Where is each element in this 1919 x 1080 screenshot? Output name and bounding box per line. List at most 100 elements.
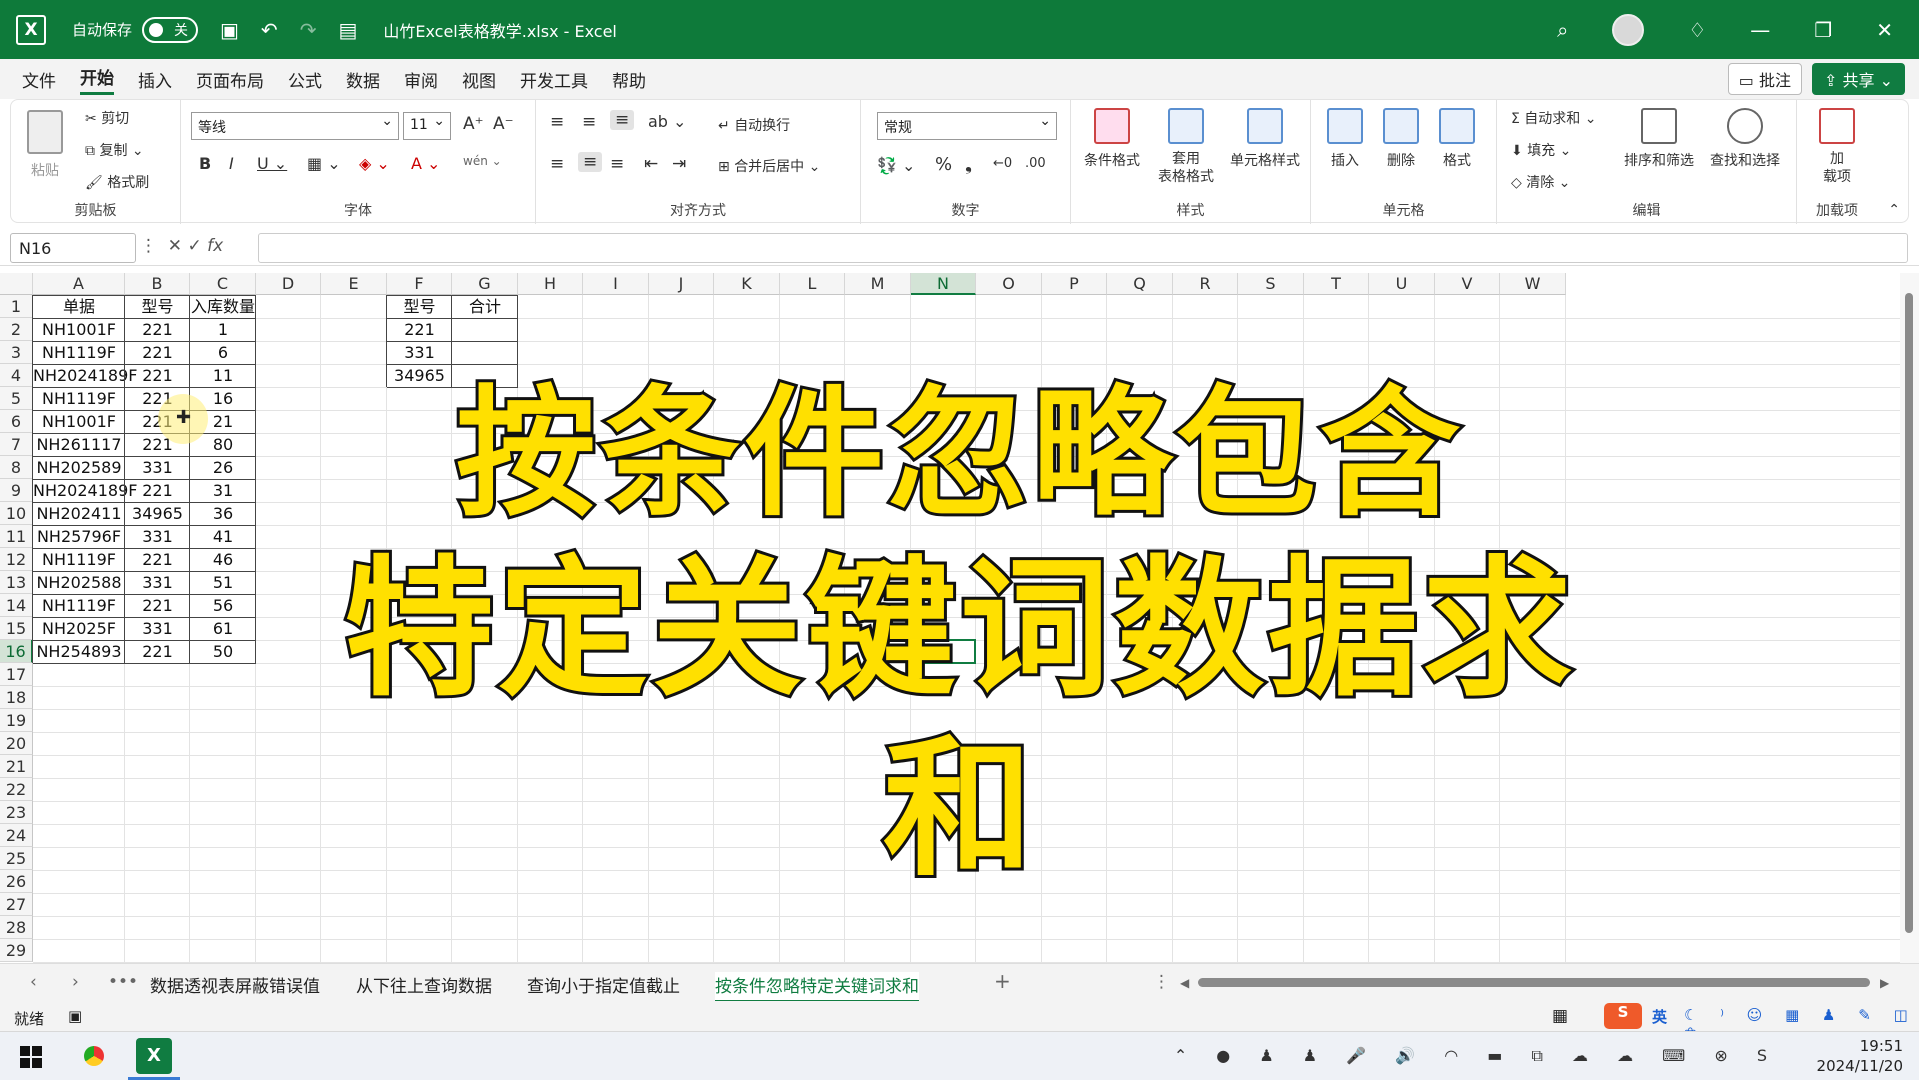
column-header[interactable]: Q [1107,273,1173,295]
table1-cell[interactable]: NH2024189F [33,364,137,387]
table1-header-cell[interactable]: 入库数量 [190,295,256,318]
sort-filter-button[interactable]: 排序和筛选 [1619,108,1699,170]
column-header[interactable]: F [387,273,452,295]
table1-cell[interactable]: NH254893 [33,640,125,663]
normal-view-icon[interactable]: ▦ [1552,1006,1568,1026]
table2-cell[interactable] [452,341,518,364]
sheet-tab[interactable]: 从下往上查询数据 [356,972,492,997]
row-header[interactable]: 19 [0,709,33,732]
italic-icon[interactable]: I [229,154,234,173]
align-right-icon[interactable]: ≡ [610,154,624,174]
cut-button[interactable]: ✂ 剪切 [85,108,129,128]
table1-cell[interactable]: NH202411 [33,502,125,525]
row-header[interactable]: 27 [0,893,33,916]
table1-cell[interactable]: 6 [190,341,256,364]
table1-header-cell[interactable]: 型号 [125,295,190,318]
table1-cell[interactable]: 331 [125,571,190,594]
more-sheets-icon[interactable]: ••• [108,972,138,992]
accessibility-icon[interactable]: ▣ [68,1007,82,1025]
table1-cell[interactable]: 34965 [125,502,190,525]
table1-cell[interactable]: 221 [125,594,190,617]
table1-cell[interactable]: 11 [190,364,256,387]
vertical-scrollbar[interactable] [1900,273,1919,963]
table1-cell[interactable]: NH202588 [33,571,125,594]
phonetic-icon[interactable]: wén ⌄ [463,154,502,168]
align-left-icon[interactable]: ≡ [550,154,564,174]
table2-cell[interactable] [452,318,518,341]
font-color-icon[interactable]: A ⌄ [411,154,440,173]
sheet-tab[interactable]: 数据透视表屏蔽错误值 [150,972,320,997]
column-header[interactable]: M [845,273,911,295]
table1-header-cell[interactable]: 单据 [33,295,125,318]
wrap-text-button[interactable]: ↵ 自动换行 [718,115,790,135]
table1-cell[interactable]: NH261117 [33,433,125,456]
tab-help[interactable]: 帮助 [612,67,646,92]
row-header[interactable]: 29 [0,939,33,962]
format-as-table-button[interactable]: 套用 表格格式 [1151,108,1221,186]
table1-cell[interactable]: 31 [190,479,256,502]
font-name-select[interactable]: 等线 [191,112,399,140]
system-tray-icons[interactable]: ⌃ ● ♟ ♟ 🎤 🔊 ◠ ▬ ⧉ ☁ ☁ ⌨ ⊗ S [1174,1046,1779,1066]
borders-icon[interactable]: ▦ ⌄ [307,154,341,173]
table1-cell[interactable]: 221 [125,548,190,571]
column-header[interactable]: O [976,273,1042,295]
table1-cell[interactable]: NH1119F [33,387,125,410]
formula-input[interactable] [258,233,1908,263]
align-bottom-icon[interactable]: ≡ [610,110,635,130]
tab-file[interactable]: 文件 [22,67,56,92]
cell-styles-button[interactable]: 单元格样式 [1223,108,1307,170]
horizontal-scroll-thumb[interactable] [1198,978,1870,987]
row-header[interactable]: 13 [0,571,33,594]
table1-cell[interactable]: 331 [125,525,190,548]
tab-review[interactable]: 审阅 [404,67,438,92]
underline-icon[interactable]: U ⌄ [257,154,287,173]
column-header[interactable]: E [321,273,387,295]
delete-cells-button[interactable]: 删除 [1373,108,1429,170]
table1-cell[interactable]: 61 [190,617,256,640]
row-header[interactable]: 26 [0,870,33,893]
shrink-font-icon[interactable]: A⁻ [493,114,514,134]
row-header[interactable]: 9 [0,479,33,502]
fill-color-icon[interactable]: ◈ ⌄ [359,154,390,173]
row-header[interactable]: 17 [0,663,33,686]
increase-indent-icon[interactable]: ⇥ [672,154,686,174]
table1-cell[interactable]: NH1001F [33,318,125,341]
addins-button[interactable]: 加 载项 [1815,108,1859,186]
currency-icon[interactable]: 💱 ⌄ [877,156,915,175]
format-painter-button[interactable]: 🖌 格式刷 [85,172,149,192]
table1-cell[interactable]: 221 [125,479,190,502]
row-header[interactable]: 21 [0,755,33,778]
avatar[interactable] [1612,13,1645,46]
sheet-tab-active[interactable]: 按条件忽略特定关键词求和 [715,972,919,1003]
tab-data[interactable]: 数据 [346,67,380,92]
table1-cell[interactable]: 221 [125,318,190,341]
conditional-format-button[interactable]: 条件格式 [1077,108,1147,170]
bold-icon[interactable]: B [199,154,211,173]
lightbulb-icon[interactable]: ♢ [1688,18,1706,42]
restore-icon[interactable]: ❐ [1814,18,1832,42]
row-header[interactable]: 11 [0,525,33,548]
align-center-icon[interactable]: ≡ [578,152,603,172]
sheet-tab[interactable]: 查询小于指定值截止 [527,972,680,997]
align-top-icon[interactable]: ≡ [550,112,564,132]
row-header[interactable]: 6 [0,410,33,433]
tab-formulas[interactable]: 公式 [288,67,322,92]
column-header[interactable]: K [714,273,780,295]
row-header[interactable]: 22 [0,778,33,801]
tab-home[interactable]: 开始 [80,64,114,95]
row-header[interactable]: 20 [0,732,33,755]
column-header[interactable]: G [452,273,518,295]
format-cells-button[interactable]: 格式 [1429,108,1485,170]
add-sheet-icon[interactable]: + [994,969,1011,993]
comma-icon[interactable]: ❟ [965,154,972,175]
table1-cell[interactable]: 41 [190,525,256,548]
table1-cell[interactable]: NH25796F [33,525,125,548]
autosave-toggle[interactable]: 关 [142,16,199,43]
tab-insert[interactable]: 插入 [138,67,172,92]
system-clock[interactable]: 19:51 2024/11/20 [1817,1036,1903,1076]
column-header[interactable]: S [1238,273,1304,295]
table2-cell[interactable]: 331 [387,341,452,364]
fx-label[interactable]: fx [207,236,223,256]
table1-cell[interactable]: 221 [125,341,190,364]
minimize-icon[interactable]: — [1750,18,1770,42]
